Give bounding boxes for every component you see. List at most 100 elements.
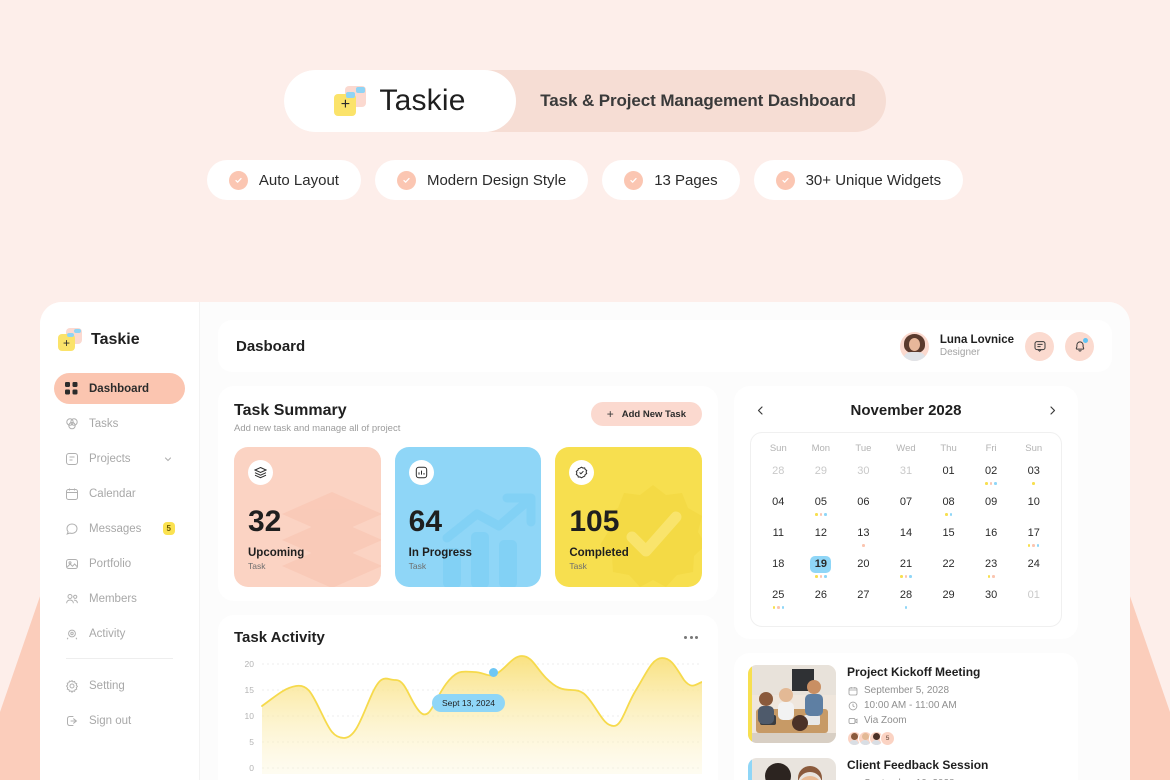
calendar-day-cell[interactable]: 06: [842, 494, 885, 525]
calendar-day-cell[interactable]: 28: [757, 463, 800, 494]
event-info: Project Kickoff Meeting September 5, 202…: [847, 665, 1064, 746]
bell-icon[interactable]: [1065, 331, 1094, 361]
sidebar-item-calendar[interactable]: Calendar: [54, 478, 185, 509]
calendar-day-number: 05: [814, 496, 827, 508]
calendar-day-cell[interactable]: 25: [757, 587, 800, 618]
event-item[interactable]: Project Kickoff Meeting September 5, 202…: [748, 665, 1064, 746]
svg-text:0: 0: [249, 763, 254, 773]
event-time: 10:00 AM - 11:00 AM: [864, 700, 957, 711]
calendar-day-cell[interactable]: 07: [885, 494, 928, 525]
calendar-day-cell[interactable]: 10: [1012, 494, 1055, 525]
calendar-day-cell[interactable]: 28: [885, 587, 928, 618]
event-thumbnail: [748, 665, 836, 743]
calendar-day-cell[interactable]: 30: [842, 463, 885, 494]
projects-icon: [64, 451, 79, 466]
taskie-logo-icon: +: [334, 86, 367, 116]
messages-badge: 5: [162, 521, 175, 536]
calendar-day-number: 29: [814, 465, 827, 477]
sidebar-item-members[interactable]: Members: [54, 583, 185, 614]
svg-text:5: 5: [249, 737, 254, 747]
calendar-day-cell[interactable]: 02: [970, 463, 1013, 494]
sidebar-item-signout[interactable]: Sign out: [54, 705, 185, 736]
calendar-day-cell[interactable]: 14: [885, 525, 928, 556]
sidebar-item-tasks[interactable]: Tasks: [54, 408, 185, 439]
calendar-dow-label: Sun: [769, 443, 787, 454]
calendar-day-cell[interactable]: 21: [885, 556, 928, 587]
calendar-day-number: 03: [1027, 465, 1040, 477]
calendar-day-cell[interactable]: 16: [970, 525, 1013, 556]
sidebar-item-label: Activity: [89, 627, 126, 640]
calendar-day-number: 09: [985, 496, 998, 508]
calendar-day-cell[interactable]: 29: [800, 463, 843, 494]
add-new-task-button[interactable]: + Add New Task: [590, 402, 702, 426]
sidebar-item-projects[interactable]: Projects: [54, 443, 185, 474]
feature-pill-label: Auto Layout: [258, 171, 339, 189]
chevron-right-icon[interactable]: [1042, 400, 1062, 420]
calendar-day-cell[interactable]: 13: [842, 525, 885, 556]
calendar-day-cell[interactable]: 01: [927, 463, 970, 494]
avatar[interactable]: [899, 331, 929, 361]
sidebar-item-setting[interactable]: Setting: [54, 670, 185, 701]
calendar-day-cell[interactable]: 15: [927, 525, 970, 556]
stat-card-in-progress[interactable]: 64 In Progress Task: [394, 447, 542, 587]
calendar-day-dots: [1032, 482, 1035, 486]
calendar-day-cell[interactable]: 03: [1012, 463, 1055, 494]
stat-card-completed[interactable]: 105 Completed Task: [555, 447, 703, 587]
calendar-dow-label: Wed: [896, 443, 916, 454]
calendar-day-cell[interactable]: 23: [970, 556, 1013, 587]
calendar-day-dots: [815, 575, 827, 579]
calendar-day-cell[interactable]: 26: [800, 587, 843, 618]
sidebar-item-activity[interactable]: Activity: [54, 618, 185, 649]
calendar-day-cell[interactable]: 29: [927, 587, 970, 618]
dashboard-columns: Task Summary Add new task and manage all…: [218, 386, 1112, 780]
add-new-task-label: Add New Task: [621, 408, 686, 420]
calendar-day-cell[interactable]: 08: [927, 494, 970, 525]
stat-card-row: 32 Upcoming Task 64 In Progress Task 105…: [234, 447, 703, 587]
sidebar-item-portfolio[interactable]: Portfolio: [54, 548, 185, 579]
calendar-day-cell[interactable]: 09: [970, 494, 1013, 525]
calendar-day-cell[interactable]: 27: [842, 587, 885, 618]
calendar-day-cell[interactable]: 22: [927, 556, 970, 587]
feature-pill-label: Modern Design Style: [426, 171, 567, 189]
calendar-day-cell[interactable]: 17: [1012, 525, 1055, 556]
topbar-actions: Luna Lovnice Designer: [899, 331, 1094, 361]
event-date-row: September 5, 2028: [847, 685, 1064, 696]
event-date: September 5, 2028: [864, 685, 950, 696]
calendar-day-cell[interactable]: 31: [885, 463, 928, 494]
check-icon: [624, 170, 644, 190]
calendar-days-grid: 28 29 30 31 01 02 03 04 05 06 07 08 09 10 11 12 13 14 15 16…: [757, 463, 1055, 618]
calendar-month-title: November 2028: [850, 401, 962, 419]
calendar-day-number: 16: [985, 527, 998, 539]
calendar-day-cell[interactable]: 04: [757, 494, 800, 525]
stat-card-upcoming[interactable]: 32 Upcoming Task: [234, 447, 381, 587]
event-accent-bar: [748, 758, 752, 780]
sidebar-item-dashboard[interactable]: Dashboard: [54, 373, 185, 404]
calendar-day-number: 21: [899, 558, 913, 570]
calendar-day-cell[interactable]: 05: [800, 494, 843, 525]
calendar-day-cell[interactable]: 30: [970, 587, 1013, 618]
chevron-left-icon[interactable]: [750, 400, 770, 420]
sidebar-item-messages[interactable]: Messages 5: [54, 513, 185, 544]
sidebar-item-label: Sign out: [89, 714, 132, 727]
calendar-day-number: 22: [942, 558, 955, 570]
message-icon[interactable]: [1025, 331, 1054, 361]
growth-chart-decoration: [437, 488, 541, 587]
stat-sublabel: Task: [569, 561, 587, 571]
chart-tooltip: Sept 13, 2024: [432, 694, 505, 712]
calendar-day-cell[interactable]: 01: [1012, 587, 1055, 618]
calendar-day-cell[interactable]: 20: [842, 556, 885, 587]
calendar-day-cell[interactable]: 12: [800, 525, 843, 556]
calendar-day-cell[interactable]: 19: [800, 556, 843, 587]
feature-pill: Auto Layout: [206, 160, 361, 200]
event-item[interactable]: Client Feedback Session September 10, 20…: [748, 758, 1064, 780]
stat-value: 105: [569, 505, 620, 538]
task-summary-card: Task Summary Add new task and manage all…: [218, 386, 718, 601]
chevron-down-icon[interactable]: [160, 451, 175, 466]
sidebar: + Taskie Dashboard Tasks Projects Calend…: [40, 302, 200, 780]
sidebar-item-label: Portfolio: [89, 557, 132, 570]
more-options-icon[interactable]: [680, 632, 702, 643]
app-window: + Taskie Dashboard Tasks Projects Calend…: [40, 302, 1130, 780]
calendar-day-cell[interactable]: 18: [757, 556, 800, 587]
calendar-day-cell[interactable]: 24: [1012, 556, 1055, 587]
calendar-day-cell[interactable]: 11: [757, 525, 800, 556]
